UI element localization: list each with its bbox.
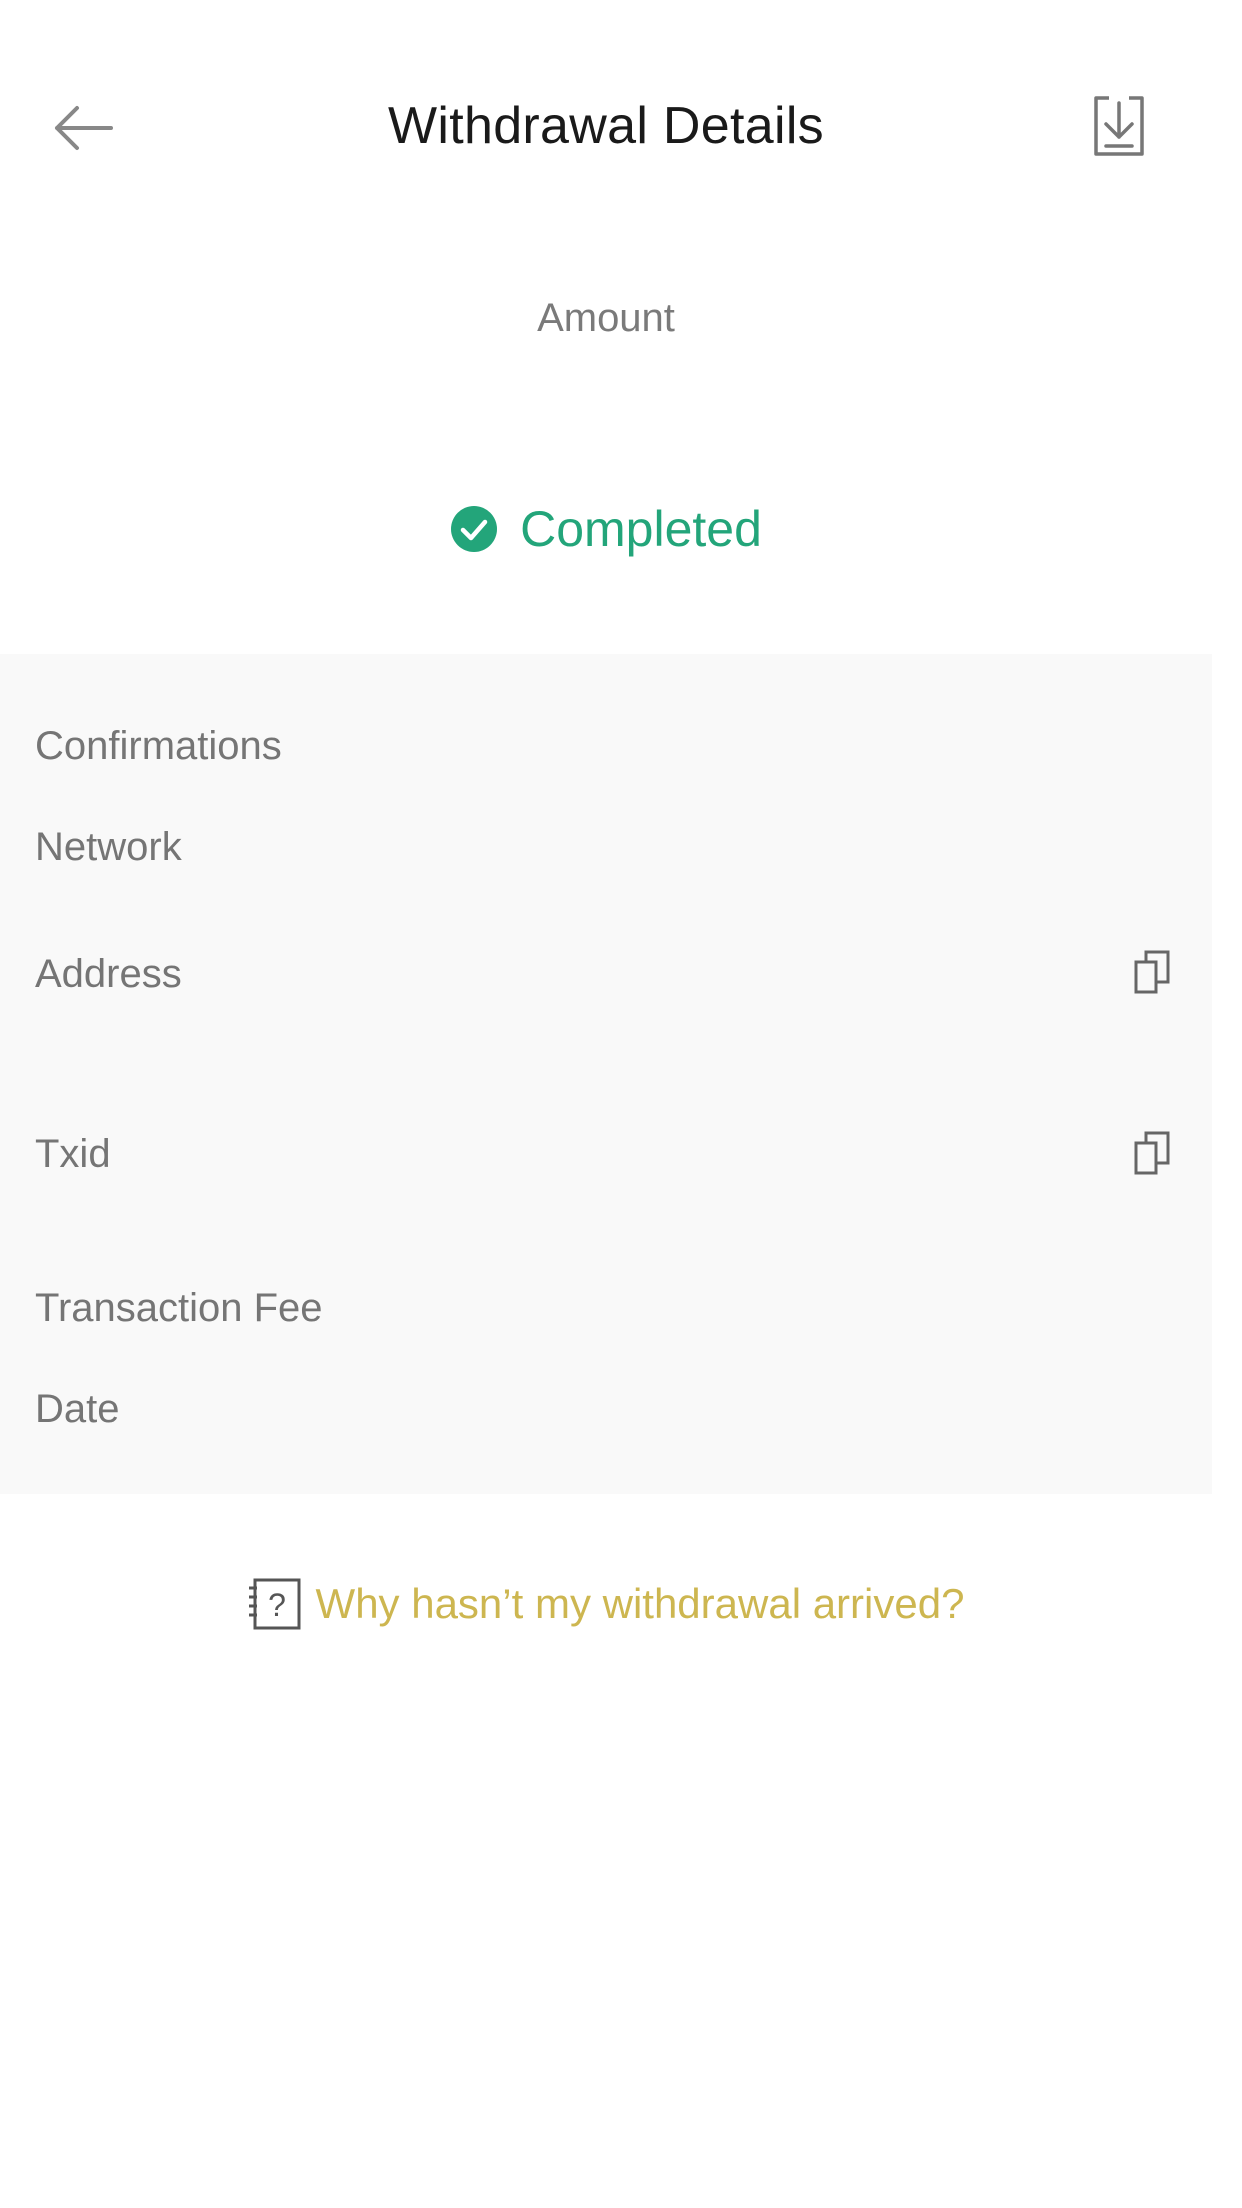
status-badge: Completed bbox=[0, 500, 1212, 558]
confirmations-label: Confirmations bbox=[35, 724, 282, 768]
download-icon bbox=[1094, 96, 1144, 156]
page-title: Withdrawal Details bbox=[388, 97, 824, 155]
address-label: Address bbox=[35, 952, 182, 996]
details-panel: Confirmations Network Address Txid Trans… bbox=[0, 654, 1212, 1494]
copy-icon bbox=[1134, 950, 1170, 994]
withdrawal-help-link[interactable]: ? Why hasn’t my withdrawal arrived? bbox=[0, 1578, 1212, 1630]
help-link-text: Why hasn’t my withdrawal arrived? bbox=[315, 1580, 965, 1627]
check-circle-icon bbox=[451, 506, 498, 552]
transaction-fee-label: Transaction Fee bbox=[35, 1286, 323, 1330]
header-bar: Withdrawal Details bbox=[0, 0, 1242, 260]
date-label: Date bbox=[35, 1387, 120, 1431]
svg-text:?: ? bbox=[268, 1587, 286, 1623]
copy-icon bbox=[1134, 1131, 1170, 1175]
help-document-icon: ? bbox=[248, 1578, 301, 1630]
amount-label: Amount bbox=[537, 296, 675, 340]
status-text: Completed bbox=[520, 501, 762, 557]
network-label: Network bbox=[35, 825, 182, 869]
copy-txid-button[interactable] bbox=[1132, 1130, 1172, 1176]
txid-label: Txid bbox=[35, 1132, 111, 1176]
copy-address-button[interactable] bbox=[1132, 949, 1172, 995]
download-button[interactable] bbox=[1090, 94, 1148, 158]
